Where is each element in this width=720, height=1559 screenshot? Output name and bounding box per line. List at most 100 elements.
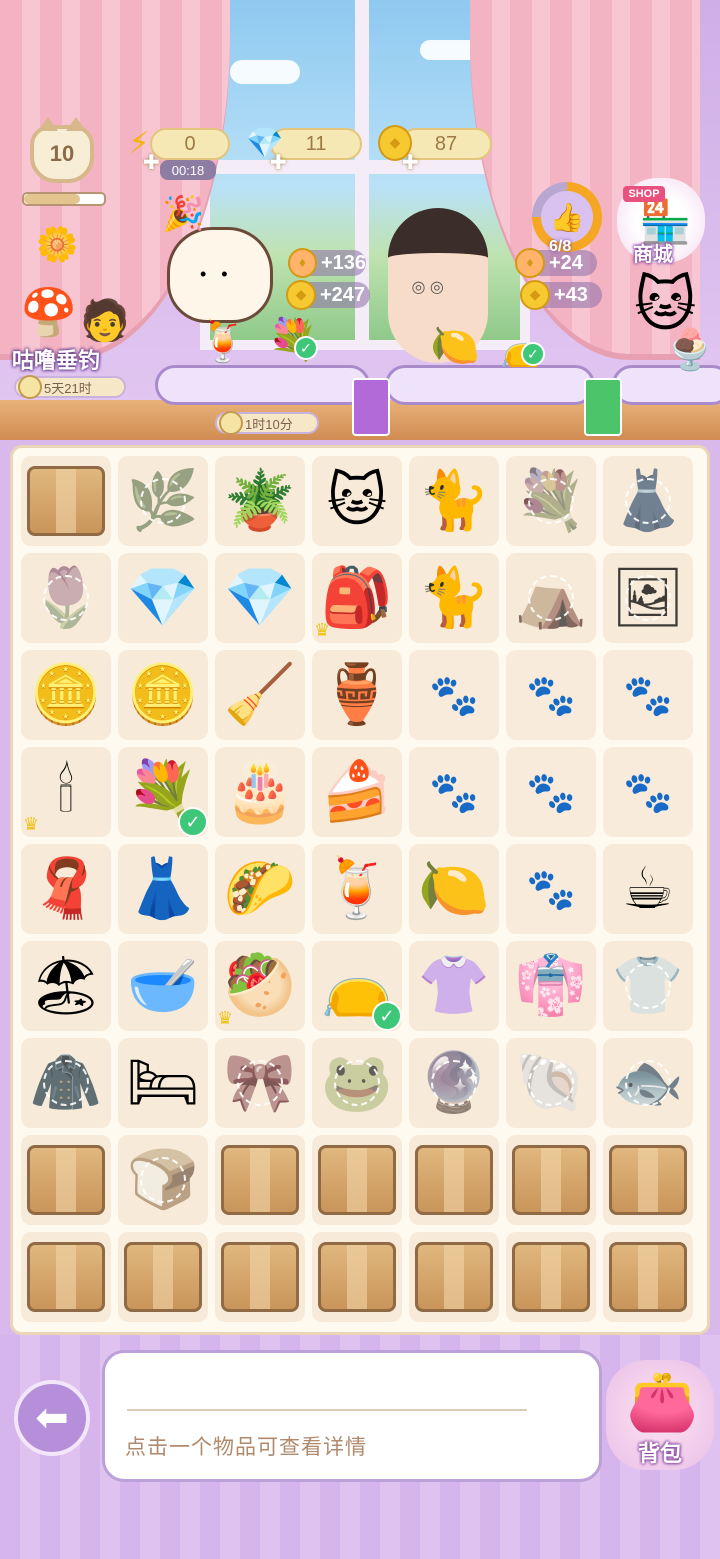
board-cell[interactable] [409,1232,499,1322]
board-cell[interactable]: 🌮 [215,844,305,934]
cardboard-box-icon [609,1242,687,1312]
add-energy-icon[interactable]: ✚ [143,150,160,175]
board-cell[interactable]: 🎂 [215,747,305,837]
board-cell[interactable]: 🪙 [118,650,208,740]
board-cell[interactable]: ⛺ [506,553,596,643]
order-gold-pouch[interactable]: 👝✓ [500,330,545,366]
board-cell[interactable]: 🍋 [409,844,499,934]
energy-timer: 00:18 [160,160,216,180]
card-pack-purple[interactable] [352,378,390,436]
board-cell[interactable] [312,1232,402,1322]
cardboard-box-icon [415,1145,493,1215]
board-cell[interactable]: 🧹 [215,650,305,740]
board-cell[interactable]: 💐 [506,456,596,546]
board-cell[interactable] [21,456,111,546]
board-cell[interactable]: 👝 ✓ [312,941,402,1031]
cobweb-lock-icon [528,478,574,524]
board-cell[interactable]: 🕯 ♛ [21,747,111,837]
cat-taco-icon: 🌮 [223,856,297,921]
cardboard-box-icon [318,1145,396,1215]
cardboard-box-icon [27,466,105,536]
merge-board: 🌿 🪴 🐱 🐈 💐 👗 🌷 💎 💎 🎒 ♛ 🐈 ⛺ 🖼 🪙 🪙 🧹 🏺 🐾 🐾 🐾 🕯 ♛ 💐 ✓ 🎂 🍰 🐾 🐾 🐾 🧣 👗 🌮 🍹 🍋 🐾 ☕ 🏖 🥣 🥙… [10,445,710,1335]
board-cell[interactable]: 🐾 [603,650,693,740]
board-cell[interactable]: 🌷 [21,553,111,643]
board-cell[interactable]: 👚 [409,941,499,1031]
fruit-tea-icon: 🍹 [320,856,394,921]
level-badge[interactable]: 10 [30,117,94,183]
board-cell[interactable]: 🐾 [603,747,693,837]
board-cell[interactable]: 🌿 [118,456,208,546]
board-cell[interactable]: 🏺 [312,650,402,740]
level-number: 10 [49,141,75,166]
board-cell[interactable]: 🔮 [409,1038,499,1128]
board-cell[interactable]: 🎒 ♛ [312,553,402,643]
add-coin-icon[interactable]: ✚ [402,150,419,175]
room-scene [0,0,720,440]
board-cell[interactable] [215,1135,305,1225]
energy-counter[interactable]: 0 [150,128,230,160]
board-cell[interactable]: 🪴 [215,456,305,546]
board-cell[interactable]: 🥙 ♛ [215,941,305,1031]
board-cell[interactable]: 👗 [118,844,208,934]
board-cell[interactable] [603,1135,693,1225]
board-cell[interactable]: 🐾 [506,747,596,837]
board-cell[interactable]: 👕 [603,941,693,1031]
board-cell[interactable]: 🐾 [409,650,499,740]
board-cell[interactable]: 🍞 [118,1135,208,1225]
cat-reward-a: ♦ +136 [288,248,366,278]
board-cell[interactable]: 💎 [118,553,208,643]
board-cell[interactable]: 🎀 [215,1038,305,1128]
board-cell[interactable]: 🧣 [21,844,111,934]
order-lemon-drink[interactable]: 🍋 [430,326,480,366]
board-cell[interactable] [506,1232,596,1322]
board-cell[interactable] [118,1232,208,1322]
board-cell[interactable]: 🐟 [603,1038,693,1128]
board-cell[interactable]: 🐾 [409,747,499,837]
board-cell[interactable]: 🍰 [312,747,402,837]
board-cell[interactable]: 🏖 [21,941,111,1031]
board-cell[interactable]: 🧥 [21,1038,111,1128]
board-cell[interactable] [603,1232,693,1322]
cobweb-lock-icon [140,478,186,524]
card-pack-green[interactable] [584,378,622,436]
board-cell[interactable] [21,1232,111,1322]
fruit-crepe-icon: 🥙 [223,953,297,1018]
board-cell[interactable]: 🐱 [312,456,402,546]
order-fruit-tea[interactable]: 🍹 [198,322,248,362]
board-cell[interactable]: 🪙 [21,650,111,740]
board-cell[interactable]: 🐾 [506,844,596,934]
handbag-icon: 👛 [626,1369,699,1434]
board-cell[interactable] [312,1135,402,1225]
board-cell[interactable]: 🐚 [506,1038,596,1128]
board-cell[interactable] [21,1135,111,1225]
board-cell[interactable]: ☕ [603,844,693,934]
pink-robe-icon: 👘 [514,953,588,1018]
board-cell[interactable] [215,1232,305,1322]
board-cell[interactable]: 🍹 [312,844,402,934]
board-cell[interactable]: 🐈 [409,553,499,643]
white-cat-icon: 🐈 [417,565,491,630]
paw-icon: 🐾 [429,770,479,815]
board-cell[interactable]: 🥣 [118,941,208,1031]
back-button[interactable]: ⬅ [14,1380,90,1456]
board-cell[interactable]: 🛏 [118,1038,208,1128]
add-gem-icon[interactable]: ✚ [270,150,287,175]
board-cell[interactable]: 💎 [215,553,305,643]
board-cell[interactable]: 💐 ✓ [118,747,208,837]
beach-sign-icon: 🏖 [29,953,103,1018]
board-cell[interactable] [409,1135,499,1225]
shop-sign: SHOP [623,186,665,202]
lemon-tea-icon: 🍋 [417,856,491,921]
board-cell[interactable] [506,1135,596,1225]
order-bouquet[interactable]: 💐 ✓ [268,320,318,360]
board-cell[interactable]: 🐾 [506,650,596,740]
board-cell[interactable]: 🖼 [603,553,693,643]
level-progress-bar [22,192,106,206]
board-cell[interactable]: 👗 [603,456,693,546]
board-cell[interactable]: 🐈 [409,456,499,546]
cobweb-lock-icon [43,1060,89,1106]
board-cell[interactable]: 👘 [506,941,596,1031]
check-icon: ✓ [178,807,208,837]
pet-bed-icon: 🛏 [126,1050,200,1115]
board-cell[interactable]: 🐸 [312,1038,402,1128]
